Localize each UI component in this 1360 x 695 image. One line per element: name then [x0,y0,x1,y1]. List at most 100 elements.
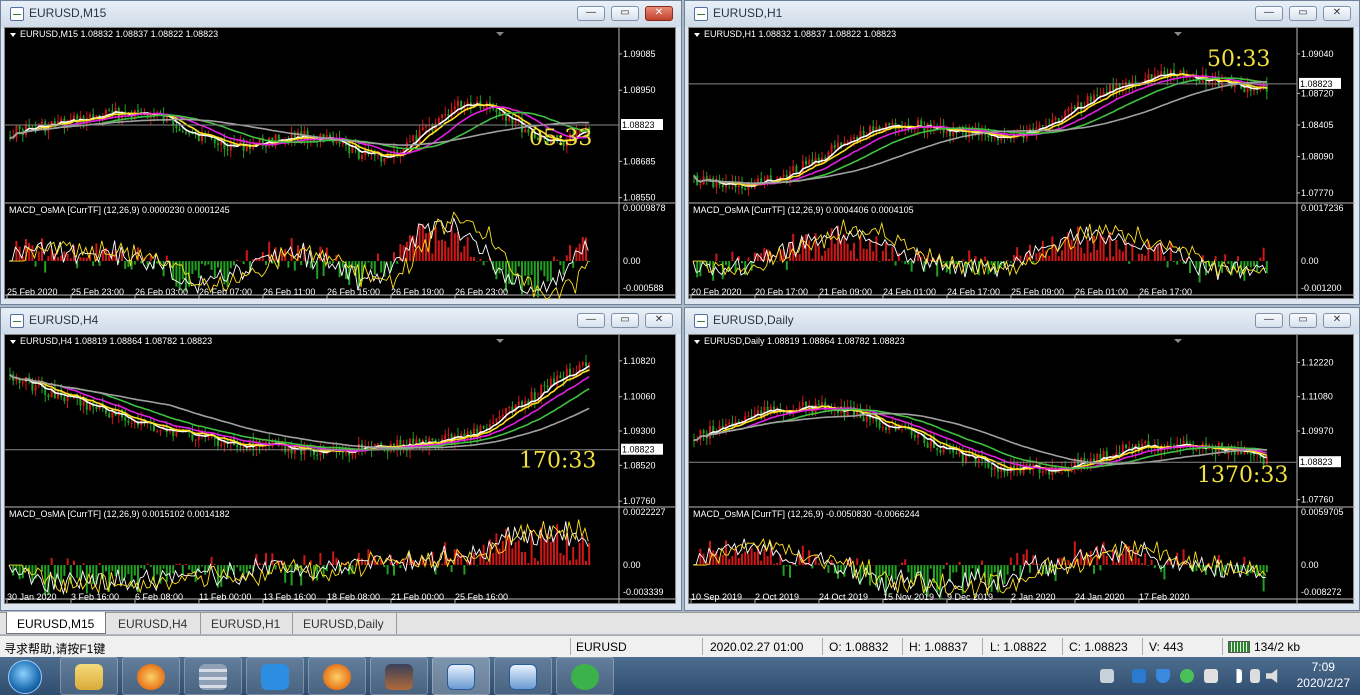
maximize-button[interactable]: ▭ [1289,6,1317,21]
close-icon: ✕ [654,7,664,18]
candle-body [581,362,584,366]
shield-icon[interactable] [1156,669,1170,683]
taskbar-browser-2[interactable] [308,657,366,695]
macd-histogram-bar [1141,563,1143,566]
wechat-tray-icon[interactable] [1180,669,1194,683]
macd-histogram-bar [945,562,948,566]
macd-histogram-bar [261,564,264,566]
close-button[interactable]: ✕ [1323,313,1351,328]
taskbar-browser[interactable] [122,657,180,695]
traffic-icon [1228,641,1250,653]
taskbar-terminal-2[interactable] [494,657,552,695]
maximize-button[interactable]: ▭ [611,6,639,21]
macd-histogram-bar [418,224,421,262]
macd-histogram-bar [482,261,485,266]
close-button[interactable]: ✕ [1323,6,1351,21]
close-button[interactable]: ✕ [645,6,673,21]
chart-canvas[interactable]: EURUSD,M15 1.08832 1.08837 1.08822 1.088… [4,27,677,300]
window-title-bar[interactable]: EURUSD,H1 — ▭ ✕ [685,1,1359,27]
macd-histogram-bar [37,251,40,262]
chart-window-h4[interactable]: EURUSD,H4 — ▭ ✕ EURUSD,H4 1.08819 1.08864 1.… [0,307,682,611]
time-axis-label: 11 Feb 00:00 [199,592,251,602]
collapse-triangle-icon [10,33,16,37]
taskbar-game[interactable] [370,657,428,695]
tray-app-icon[interactable] [1132,669,1146,683]
taskbar-notes[interactable] [246,657,304,695]
minimize-button[interactable]: — [1255,313,1283,328]
macd-histogram-bar [377,253,379,262]
candle-body [862,130,865,136]
macd-histogram-bar [530,261,533,275]
taskbar-terminal-1[interactable] [432,657,490,695]
maximize-button[interactable]: ▭ [611,313,639,328]
minimize-button[interactable]: — [577,313,605,328]
macd-histogram-bar [476,261,479,262]
window-title-bar[interactable]: EURUSD,M15 — ▭ ✕ [1,1,681,27]
minimize-button[interactable]: — [577,6,605,21]
bar-countdown-label: 1370:33 [1197,463,1288,488]
tab-eurusd-m15[interactable]: EURUSD,M15 [6,612,106,634]
time-axis-label: 24 Feb 17:00 [947,287,1000,297]
chart-canvas[interactable]: EURUSD,H4 1.08819 1.08864 1.08782 1.0882… [4,334,677,605]
tab-eurusd-h1[interactable]: EURUSD,H1 [200,612,290,634]
macd-histogram-bar [501,261,504,270]
chart-canvas[interactable]: EURUSD,Daily 1.08819 1.08864 1.08782 1.0… [688,334,1355,605]
candle-body [421,127,424,131]
chart-window-m15[interactable]: EURUSD,M15 — ▭ ✕ EURUSD,M15 1.08832 1.08837 … [0,0,682,305]
taskbar-wechat[interactable] [556,657,614,695]
price-axis-label: 1.09300 [623,426,656,436]
macd-histogram-bar [1057,256,1060,262]
macd-histogram-bar [66,558,69,566]
macd-histogram-bar [204,261,207,266]
maximize-icon: ▭ [1298,314,1308,325]
tab-eurusd-daily[interactable]: EURUSD,Daily [292,612,397,634]
macd-histogram-bar [457,550,459,566]
device-icon[interactable] [1204,669,1218,683]
start-orb-icon[interactable] [8,660,42,694]
macd-histogram-bar [562,261,565,275]
taskbar-explorer[interactable] [60,657,118,695]
chart-canvas[interactable]: EURUSD,H1 1.08832 1.08837 1.08822 1.0882… [688,27,1355,300]
macd-histogram-bar [236,259,239,262]
macd-histogram-bar [1067,560,1070,566]
window-title-bar[interactable]: EURUSD,Daily — ▭ ✕ [685,308,1359,334]
time-axis-label: 26 Feb 23:00 [455,287,508,297]
tab-eurusd-h4[interactable]: EURUSD,H4 [108,612,198,634]
macd-histogram-bar [856,558,859,566]
candle-body [495,418,498,422]
keyboard-icon[interactable] [1100,669,1114,683]
candle-body [1134,81,1137,84]
macd-histogram-bar [322,261,325,276]
minimize-button[interactable]: — [1255,6,1283,21]
shift-marker-icon [1174,32,1182,36]
status-help: 寻求帮助,请按F1键 [4,642,106,656]
macd-histogram-bar [766,555,769,566]
macd-histogram-bar [891,246,894,262]
macd-histogram-bar [364,561,367,566]
window-title-bar[interactable]: EURUSD,H4 — ▭ ✕ [1,308,681,334]
symbol-info-label: EURUSD,M15 1.08832 1.08837 1.08822 1.088… [20,29,218,39]
macd-histogram-bar [575,247,578,262]
macd-histogram-bar [172,261,175,280]
chart-window-daily[interactable]: EURUSD,Daily — ▭ ✕ EURUSD,Daily 1.08819 1.08… [684,307,1360,611]
taskbar-clock[interactable]: 7:09 2020/2/27 [1297,659,1350,691]
macd-histogram-bar [1195,261,1198,269]
macd-histogram-bar [178,563,181,566]
network-icon[interactable] [1228,669,1242,683]
close-button[interactable]: ✕ [645,313,673,328]
volume-icon[interactable] [1266,669,1278,683]
battery-icon[interactable] [1250,669,1260,683]
macd-histogram-bar [293,261,296,271]
maximize-button[interactable]: ▭ [1289,313,1317,328]
macd-histogram-bar [319,553,322,566]
macd-info-label: MACD_OsMA [CurrTF] (12,26,9) -0.0050830 … [693,509,920,519]
macd-histogram-bar [1249,261,1252,268]
taskbar-calculator[interactable] [184,657,242,695]
macd-histogram-bar [249,565,251,569]
macd-histogram-bar [1038,564,1041,566]
time-axis-label: 26 Feb 03:00 [135,287,188,297]
chart-window-h1[interactable]: EURUSD,H1 — ▭ ✕ EURUSD,H1 1.08832 1.08837 1.… [684,0,1360,305]
price-axis-label: 1.09970 [1301,426,1334,436]
macd-histogram-bar [15,240,18,262]
bar-countdown-label: 05:33 [529,126,592,151]
